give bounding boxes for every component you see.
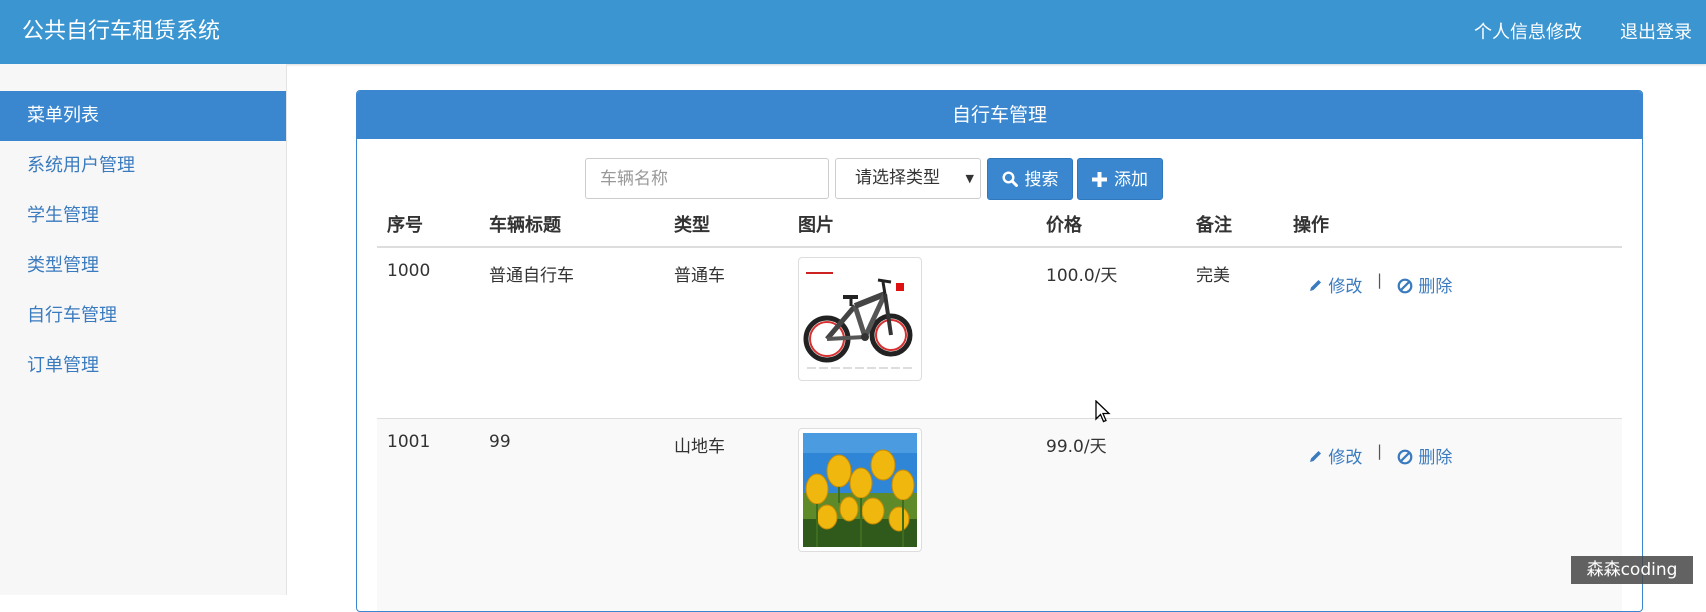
cell-type: 普通车 bbox=[674, 266, 725, 286]
add-button[interactable]: 添加 bbox=[1077, 158, 1163, 200]
cell-price: 99.0/天 bbox=[1046, 437, 1107, 457]
search-button[interactable]: 搜索 bbox=[987, 158, 1073, 200]
action-separator: | bbox=[1377, 271, 1383, 289]
sidebar-item-system-users[interactable]: 系统用户管理 bbox=[27, 151, 267, 181]
app-title: 公共自行车租赁系统 bbox=[22, 19, 221, 44]
logout-link[interactable]: 退出登录 bbox=[1620, 0, 1692, 64]
cell-id: 1001 bbox=[387, 432, 431, 452]
edit-link-label: 修改 bbox=[1328, 277, 1363, 297]
add-button-label: 添加 bbox=[1113, 170, 1148, 190]
top-navbar: 公共自行车租赁系统 个人信息修改 退出登录 bbox=[0, 0, 1706, 64]
tulips-photo bbox=[798, 428, 922, 552]
edit-link[interactable]: 修改 bbox=[1308, 443, 1362, 468]
edit-link[interactable]: 修改 bbox=[1308, 272, 1362, 297]
column-header-title: 车辆标题 bbox=[489, 215, 561, 236]
profile-edit-link[interactable]: 个人信息修改 bbox=[1474, 0, 1582, 64]
ban-icon bbox=[1397, 277, 1418, 297]
mouse-cursor-icon bbox=[1095, 399, 1111, 428]
action-separator: | bbox=[1377, 442, 1383, 460]
sidebar-item-students[interactable]: 学生管理 bbox=[27, 201, 267, 231]
bicycle-name-search-input[interactable] bbox=[585, 158, 829, 199]
delete-link-label: 删除 bbox=[1418, 448, 1453, 468]
panel-title: 自行车管理 bbox=[357, 91, 1642, 139]
column-header-id: 序号 bbox=[387, 215, 423, 236]
nav-links: 个人信息修改 退出登录 bbox=[1436, 0, 1692, 64]
delete-link-label: 删除 bbox=[1418, 277, 1453, 297]
cell-title: 普通自行车 bbox=[489, 266, 574, 286]
cell-id: 1000 bbox=[387, 261, 431, 281]
delete-link[interactable]: 删除 bbox=[1397, 443, 1452, 468]
pencil-icon bbox=[1308, 448, 1328, 468]
type-select[interactable]: 请选择类型 ▼ bbox=[835, 158, 981, 199]
magnifier-icon bbox=[1002, 170, 1024, 190]
bicycle-management-panel: 自行车管理 请选择类型 ▼ 搜索 添加 序号 车辆标题 类型 图片 价格 备注 … bbox=[356, 90, 1643, 612]
sidebar-item-orders[interactable]: 订单管理 bbox=[27, 351, 267, 381]
cell-remark: 完美 bbox=[1196, 266, 1230, 286]
edit-link-label: 修改 bbox=[1328, 448, 1363, 468]
cell-price: 100.0/天 bbox=[1046, 266, 1118, 286]
bicycle-photo bbox=[798, 257, 922, 381]
column-header-image: 图片 bbox=[798, 215, 834, 236]
column-header-remark: 备注 bbox=[1196, 215, 1232, 236]
sidebar: 菜单列表 系统用户管理 学生管理 类型管理 自行车管理 订单管理 bbox=[0, 64, 287, 595]
watermark: 森森coding bbox=[1571, 556, 1693, 584]
search-button-label: 搜索 bbox=[1024, 170, 1059, 190]
delete-link[interactable]: 删除 bbox=[1397, 272, 1452, 297]
cell-title: 99 bbox=[489, 432, 511, 452]
column-header-type: 类型 bbox=[674, 215, 710, 236]
type-select-value: 请选择类型 bbox=[855, 168, 940, 188]
pencil-icon bbox=[1308, 277, 1328, 297]
column-header-price: 价格 bbox=[1046, 215, 1082, 236]
cell-type: 山地车 bbox=[674, 437, 725, 457]
sidebar-header: 菜单列表 bbox=[0, 91, 286, 141]
sidebar-item-bicycles[interactable]: 自行车管理 bbox=[27, 301, 267, 331]
caret-down-icon: ▼ bbox=[965, 172, 974, 185]
sidebar-item-types[interactable]: 类型管理 bbox=[27, 251, 267, 281]
plus-icon bbox=[1092, 170, 1113, 190]
column-header-actions: 操作 bbox=[1293, 215, 1329, 236]
ban-icon bbox=[1397, 448, 1418, 468]
table-header-divider bbox=[377, 246, 1622, 248]
